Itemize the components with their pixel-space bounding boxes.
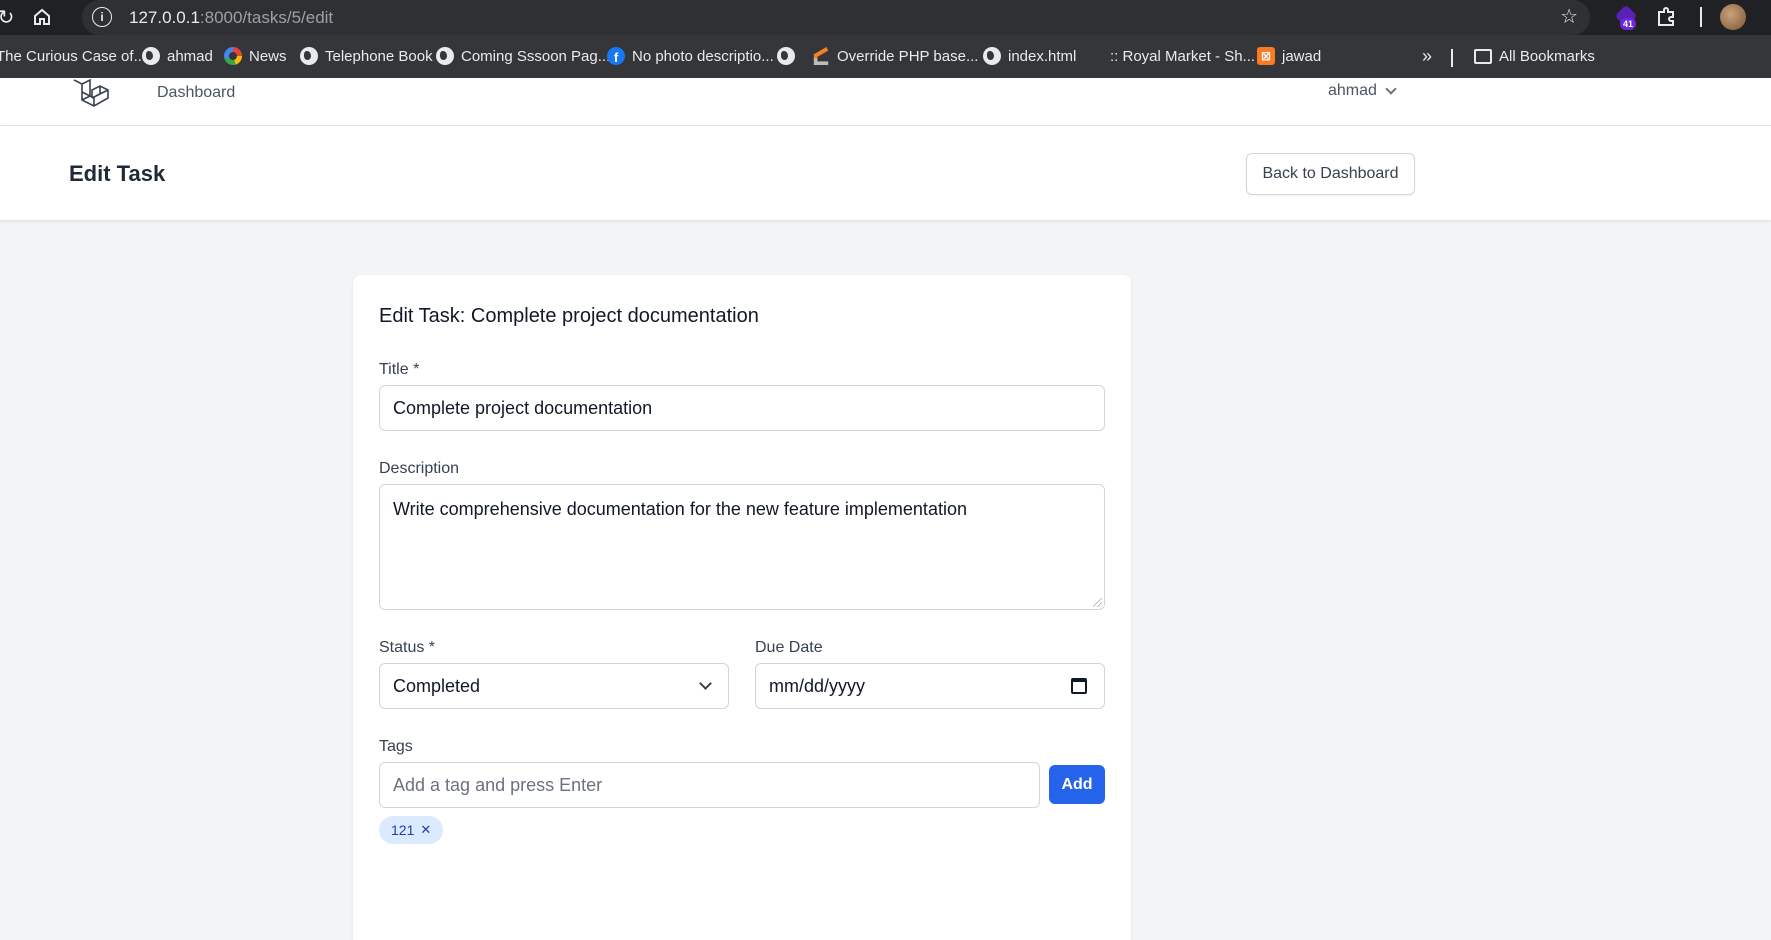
page-title: Edit Task	[69, 161, 166, 186]
xampp-icon: ⊠	[1257, 47, 1275, 65]
bookmark-item[interactable]: :: Royal Market - Sh...	[1110, 44, 1255, 68]
status-selected-value: Completed	[393, 675, 481, 696]
bookmark-item[interactable]: Coming Sssoon Pag...	[436, 44, 610, 68]
tag-chip-label: 121	[391, 822, 415, 838]
status-label: Status *	[379, 639, 436, 656]
stackoverflow-icon	[813, 47, 829, 65]
user-name: ahmad	[1328, 82, 1377, 99]
reload-icon[interactable]: ↻	[0, 5, 18, 29]
address-bar[interactable]: i 127.0.0.1:8000/tasks/5/edit ☆	[82, 0, 1590, 35]
title-label: Title *	[379, 361, 420, 378]
globe-icon	[300, 47, 318, 65]
chevron-down-icon	[1385, 82, 1397, 95]
nav-dashboard-link[interactable]: Dashboard	[157, 84, 235, 102]
home-icon[interactable]	[30, 5, 54, 29]
tag-input[interactable]: Add a tag and press Enter	[379, 762, 1040, 808]
bookmark-item[interactable]	[777, 44, 802, 68]
globe-icon	[142, 47, 160, 65]
description-label: Description	[379, 460, 460, 477]
add-tag-button[interactable]: Add	[1049, 765, 1105, 804]
bookmarks-overflow-button[interactable]: »	[1422, 44, 1432, 68]
user-dropdown[interactable]: ahmad	[1328, 82, 1397, 100]
description-value: Write comprehensive documentation for th…	[393, 499, 967, 519]
bookmark-item[interactable]: f No photo descriptio...	[607, 44, 774, 68]
bookmark-item[interactable]: ahmad	[142, 44, 213, 68]
due-date-input[interactable]: mm/dd/yyyy	[755, 663, 1105, 709]
tag-chip: 121 ✕	[379, 816, 444, 844]
bookmark-item[interactable]: Override PHP base...	[812, 44, 978, 68]
status-select[interactable]: Completed	[379, 663, 729, 709]
due-date-label: Due Date	[755, 639, 823, 656]
app-logo-icon[interactable]	[72, 78, 110, 110]
back-to-dashboard-button[interactable]: Back to Dashboard	[1246, 153, 1415, 195]
bookmark-item[interactable]: index.html	[983, 44, 1076, 68]
browser-toolbar: ↻ i 127.0.0.1:8000/tasks/5/edit ☆ 41	[0, 0, 1771, 35]
bookmark-star-icon[interactable]: ☆	[1560, 4, 1578, 29]
tags-label: Tags	[379, 738, 413, 755]
profile-avatar[interactable]	[1720, 4, 1746, 30]
bookmarks-bar: The Curious Case of... ahmad News Teleph…	[0, 35, 1771, 78]
folder-icon	[1474, 48, 1492, 64]
extensions-puzzle-icon[interactable]	[1656, 6, 1678, 28]
globe-icon	[983, 47, 1001, 65]
page-header: Edit Task Back to Dashboard	[0, 126, 1771, 221]
bookmark-item[interactable]: News	[224, 44, 287, 68]
due-date-placeholder: mm/dd/yyyy	[769, 675, 866, 696]
bookmark-item[interactable]: ⊠ jawad	[1257, 44, 1321, 68]
title-input[interactable]: Complete project documentation	[379, 385, 1105, 431]
remove-tag-icon[interactable]: ✕	[420, 822, 431, 838]
extension-badge: 41	[1620, 18, 1637, 30]
resize-handle-icon[interactable]	[1093, 598, 1102, 607]
google-icon	[224, 47, 242, 65]
app-navbar: Dashboard ahmad	[0, 78, 1771, 126]
toolbar-divider	[1700, 7, 1702, 27]
bookmark-item[interactable]: The Curious Case of...	[0, 44, 146, 68]
url-text: 127.0.0.1:8000/tasks/5/edit	[129, 8, 334, 27]
all-bookmarks-button[interactable]: All Bookmarks	[1474, 44, 1595, 68]
facebook-icon: f	[607, 47, 625, 65]
extension-icon[interactable]: 41	[1614, 4, 1640, 32]
bookmarks-divider	[1451, 49, 1453, 67]
site-info-icon[interactable]: i	[92, 7, 112, 27]
description-textarea[interactable]: Write comprehensive documentation for th…	[379, 484, 1105, 610]
calendar-icon[interactable]	[1071, 678, 1087, 694]
form-heading: Edit Task: Complete project documentatio…	[379, 305, 759, 327]
chevron-down-icon	[699, 677, 712, 690]
tag-input-placeholder: Add a tag and press Enter	[393, 774, 603, 795]
globe-icon	[777, 47, 795, 65]
globe-icon	[436, 47, 454, 65]
title-input-value: Complete project documentation	[393, 397, 653, 418]
bookmark-item[interactable]: Telephone Book	[300, 44, 433, 68]
edit-task-card: Edit Task: Complete project documentatio…	[353, 275, 1131, 940]
